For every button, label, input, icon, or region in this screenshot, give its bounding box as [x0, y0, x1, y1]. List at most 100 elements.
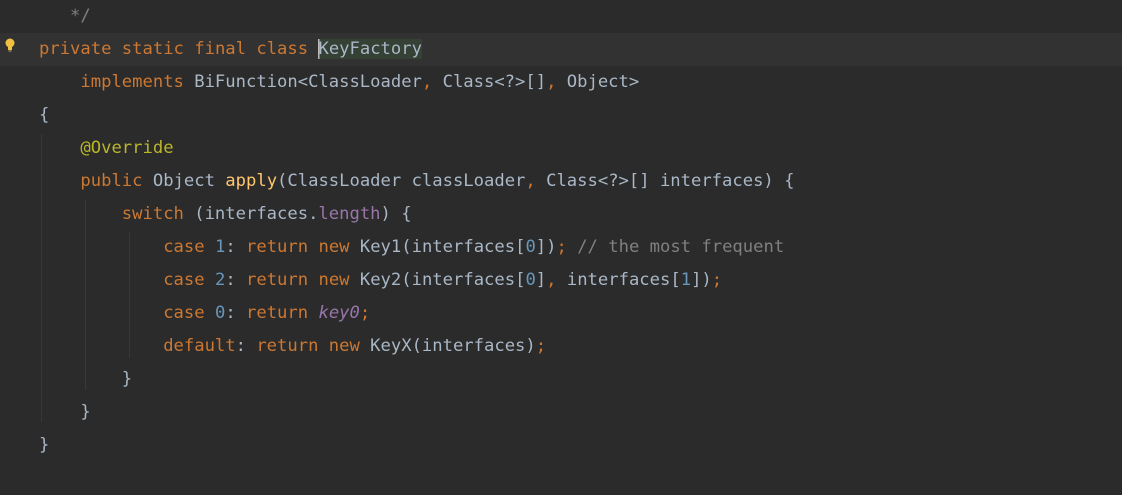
code-token: }: [39, 402, 91, 422]
code-token: ,: [546, 270, 557, 290]
code-token: switch: [121, 204, 184, 224]
code-token: ;: [535, 336, 547, 356]
code-token: private: [39, 39, 112, 59]
code-token: Class<?>[] interfaces) {: [535, 171, 795, 191]
code-token: 0: [525, 270, 536, 290]
code-token: Object: [142, 171, 226, 191]
code-token: Key1(interfaces[: [349, 237, 526, 257]
code-line-text: case 2: return new Key2(interfaces[0], i…: [39, 264, 722, 297]
code-token: ;: [556, 237, 567, 257]
code-token: return: [256, 336, 319, 356]
code-line[interactable]: }: [0, 429, 1122, 462]
code-token: class: [256, 39, 309, 59]
code-token: Key2(interfaces[: [349, 270, 526, 290]
code-token: }: [39, 369, 133, 389]
code-token: ]): [535, 237, 557, 257]
code-line[interactable]: {: [0, 99, 1122, 132]
code-token: BiFunction<ClassLoader: [183, 72, 422, 92]
code-line-text: private static final class KeyFactory: [39, 33, 422, 66]
code-token: */: [39, 6, 91, 26]
code-token: new: [328, 336, 360, 356]
code-token: ) {: [380, 204, 412, 224]
code-token: // the most frequent: [566, 237, 785, 257]
code-token: interfaces[: [556, 270, 681, 290]
code-token: 1: [680, 270, 692, 290]
code-token: new: [318, 270, 350, 290]
code-token: KeyX(interfaces): [359, 336, 536, 356]
code-token: :: [235, 336, 257, 356]
code-line-text: case 1: return new Key1(interfaces[0]); …: [39, 231, 784, 264]
code-line-text: public Object apply(ClassLoader classLoa…: [39, 165, 794, 198]
code-line-text: switch (interfaces.length) {: [39, 198, 412, 231]
code-line[interactable]: */: [0, 0, 1122, 33]
code-token: :: [225, 270, 247, 290]
code-line[interactable]: default: return new KeyX(interfaces);: [0, 330, 1122, 363]
code-token: 1: [214, 237, 226, 257]
code-token: ;: [359, 303, 371, 323]
code-token: }: [39, 435, 50, 455]
code-line-text: }: [39, 429, 49, 462]
code-line-text: case 0: return key0;: [39, 297, 370, 330]
code-token: final: [194, 39, 246, 59]
code-token: :: [225, 237, 247, 257]
code-token: @Override: [80, 138, 174, 158]
code-token: ,: [421, 72, 433, 92]
code-token: {: [39, 105, 50, 125]
code-line[interactable]: implements BiFunction<ClassLoader, Class…: [0, 66, 1122, 99]
code-token: 2: [214, 270, 226, 290]
code-token: case: [163, 303, 205, 323]
code-token: case: [163, 237, 205, 257]
code-line[interactable]: case 2: return new Key2(interfaces[0], i…: [0, 264, 1122, 297]
code-token: ]: [535, 270, 547, 290]
code-line[interactable]: switch (interfaces.length) {: [0, 198, 1122, 231]
code-token: ,: [525, 171, 536, 191]
code-token: (interfaces.: [183, 204, 319, 224]
code-token: apply: [225, 171, 278, 191]
code-line-text: default: return new KeyX(interfaces);: [39, 330, 546, 363]
code-token: return: [246, 303, 309, 323]
code-token: ;: [711, 270, 723, 290]
code-line-text: @Override: [39, 132, 174, 165]
code-line[interactable]: case 1: return new Key1(interfaces[0]); …: [0, 231, 1122, 264]
lightbulb-icon[interactable]: [5, 38, 15, 52]
code-line-text: }: [39, 363, 132, 396]
code-editor[interactable]: */private static final class KeyFactory …: [0, 0, 1122, 495]
code-token: Object>: [556, 72, 640, 92]
code-token: ,: [546, 72, 557, 92]
code-line-text: {: [39, 99, 49, 132]
code-token: implements: [80, 72, 184, 92]
code-token: Class<?>[]: [432, 72, 547, 92]
code-line[interactable]: }: [0, 363, 1122, 396]
code-token: length: [318, 204, 381, 224]
code-token: ]): [691, 270, 712, 290]
code-token: return: [246, 237, 309, 257]
code-line[interactable]: private static final class KeyFactory: [0, 33, 1122, 66]
code-line[interactable]: public Object apply(ClassLoader classLoa…: [0, 165, 1122, 198]
code-line[interactable]: @Override: [0, 132, 1122, 165]
code-line-text: */: [39, 0, 91, 33]
code-token: default: [163, 336, 236, 356]
code-line[interactable]: case 0: return key0;: [0, 297, 1122, 330]
code-line-text: }: [39, 396, 91, 429]
code-token: 0: [214, 303, 226, 323]
code-line[interactable]: }: [0, 396, 1122, 429]
code-token: (ClassLoader classLoader: [277, 171, 526, 191]
code-line-text: implements BiFunction<ClassLoader, Class…: [39, 66, 639, 99]
code-token: static: [121, 39, 184, 59]
code-token: :: [225, 303, 247, 323]
